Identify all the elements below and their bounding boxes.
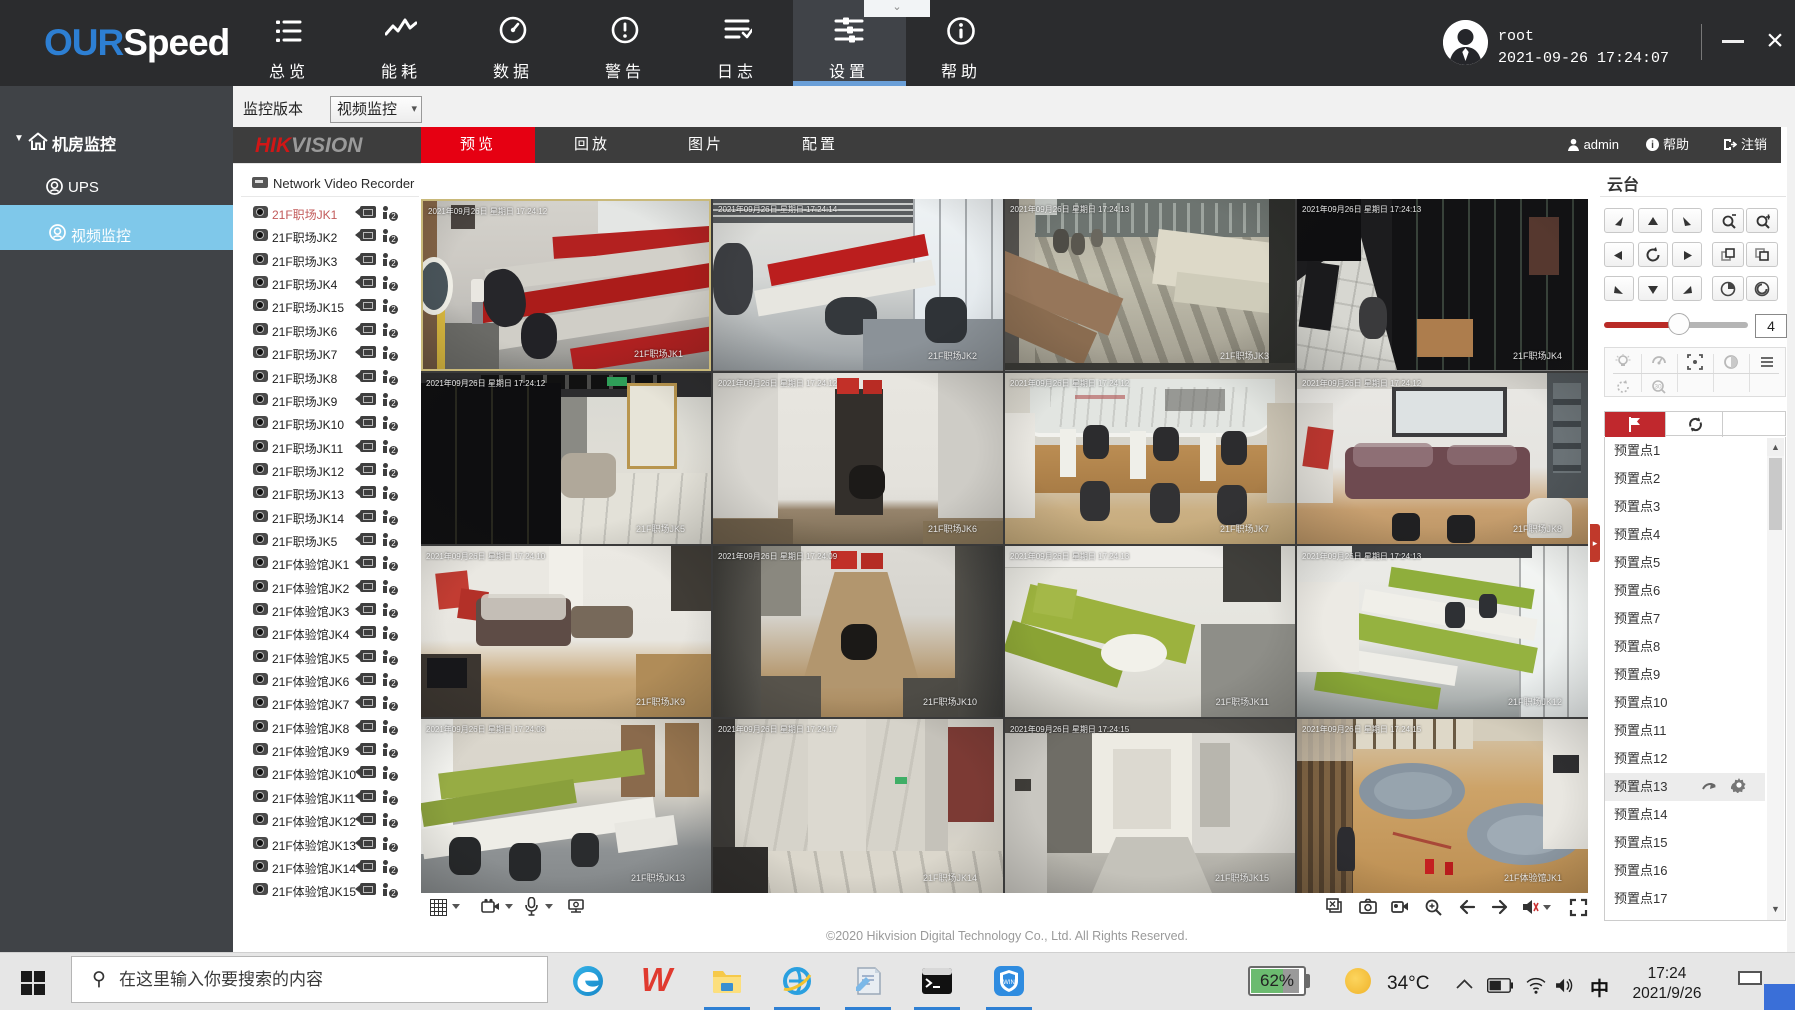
svg-text:i: i xyxy=(1651,140,1654,151)
svg-text:WIN: WIN xyxy=(1003,980,1015,986)
svg-text:30: 30 xyxy=(1654,384,1662,391)
